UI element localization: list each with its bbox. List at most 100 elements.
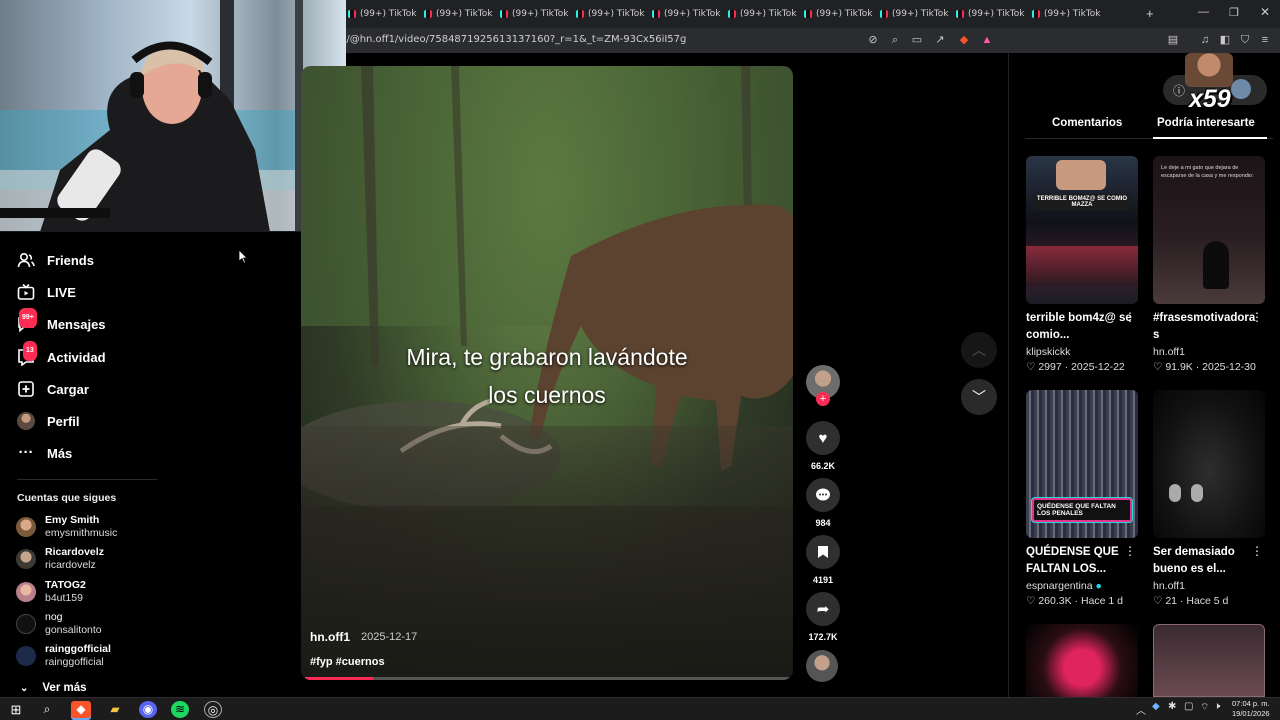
browser-tab[interactable]: (99+) TikTok — [956, 4, 1025, 24]
browser-tab[interactable]: (99+) TikTok — [728, 4, 797, 24]
like-button[interactable]: ♥ 66.2K — [806, 421, 840, 471]
account-name: nog — [45, 611, 63, 623]
brave-shield-icon[interactable]: ◆ — [957, 33, 971, 47]
brave-browser-icon[interactable]: ◆ — [71, 701, 91, 718]
sidebar-item-more[interactable]: ··· Más — [17, 441, 73, 465]
card-author[interactable]: klipskickk — [1026, 346, 1138, 358]
account-name: Ricardovelz — [45, 546, 104, 558]
sidebar-item-live[interactable]: LIVE — [17, 280, 76, 304]
menu-icon[interactable]: ≡ — [1258, 33, 1272, 47]
tray-app-icon[interactable]: ◆ — [1152, 701, 1160, 712]
save-button[interactable]: 4191 — [806, 535, 840, 585]
reader-mode-icon[interactable]: ⊘ — [866, 33, 880, 47]
media-icon[interactable]: ♫ — [1198, 33, 1212, 47]
recommended-video-card[interactable]: TERRIBLE BOM4Z@ SE COMIO MAZZA terrible … — [1026, 156, 1138, 373]
chevron-up-icon: ︿ — [972, 342, 986, 358]
browser-tab[interactable]: (99+) TikTok — [652, 4, 721, 24]
video-progress-bar[interactable] — [305, 677, 789, 680]
follow-plus-icon[interactable]: + — [816, 392, 830, 406]
video-author[interactable]: hn.off1 — [310, 630, 350, 644]
sidebar-item-friends[interactable]: Friends — [17, 248, 94, 272]
more-options-icon[interactable]: ⋮ — [1251, 544, 1263, 558]
browser-tab[interactable]: (99+) TikTok — [576, 4, 645, 24]
recommended-video-card[interactable]: Le deje a mi gato que dejara de escapars… — [1153, 156, 1265, 373]
sidebar-item-messages[interactable]: 99+ Mensajes — [17, 308, 106, 336]
maximize-icon[interactable]: ❐ — [1229, 6, 1239, 19]
following-account[interactable]: Emy Smith emysmithmusic — [16, 514, 117, 540]
discord-icon[interactable]: ◉ — [139, 701, 157, 718]
card-meta: ♡ 21 · Hace 5 d — [1153, 595, 1229, 607]
comment-count: 984 — [815, 518, 831, 528]
card-author[interactable]: hn.off1 — [1153, 580, 1265, 592]
video-hashtags[interactable]: #fyp #cuernos — [310, 656, 385, 668]
sound-disc[interactable] — [806, 650, 840, 682]
card-author[interactable]: hn.off1 — [1153, 346, 1265, 358]
recommended-video-card[interactable]: Ser demasiado bueno es el... ⋮ hn.off1 ♡… — [1153, 390, 1265, 607]
following-account[interactable]: Ricardovelz ricardovelz — [16, 546, 104, 572]
sidebar-item-activity[interactable]: 13 Actividad — [17, 341, 106, 369]
sound-disc-icon — [806, 650, 838, 682]
more-options-icon[interactable]: ⋮ — [1124, 310, 1136, 324]
recommended-video-card-partial[interactable] — [1026, 624, 1138, 697]
browser-tab[interactable]: (99+) TikTok — [1032, 4, 1101, 24]
close-window-icon[interactable]: ✕ — [1260, 5, 1270, 19]
browser-tab[interactable]: (99+) TikTok — [804, 4, 873, 24]
comment-icon — [806, 478, 840, 512]
spotify-icon[interactable]: ≋ — [171, 701, 189, 718]
tray-chevron-icon[interactable]: ︿ — [1136, 702, 1146, 717]
account-handle: emysmithmusic — [45, 527, 118, 539]
zoom-icon[interactable]: ⌕ — [888, 33, 902, 47]
tray-app-icon[interactable]: ▢ — [1184, 701, 1193, 712]
vpn-icon[interactable]: ⛉ — [1238, 33, 1252, 47]
previous-video-button[interactable]: ︿ — [961, 332, 997, 368]
sidebar-item-upload[interactable]: Cargar — [17, 377, 89, 401]
card-author[interactable]: espnargentina ● — [1026, 580, 1138, 592]
url-field[interactable]: n/@hn.off1/video/7584871925613137160?_r=… — [340, 34, 686, 45]
network-icon[interactable]: ⌔ — [1200, 701, 1209, 714]
heart-outline-icon: ♡ — [1153, 361, 1163, 373]
recommended-video-card[interactable]: QUÉDENSE QUE FALTAN LOS PENALES QUÉDENSE… — [1026, 390, 1138, 607]
more-options-icon[interactable]: ⋮ — [1124, 544, 1136, 558]
new-tab-button[interactable]: + — [1146, 6, 1154, 21]
obs-icon[interactable]: ◎ — [204, 701, 222, 718]
sidebar-divider — [17, 479, 157, 480]
friends-icon — [17, 251, 35, 269]
next-video-button[interactable]: ﹀ — [961, 379, 997, 415]
brave-rewards-icon[interactable]: ▲ — [980, 33, 994, 47]
avatar — [16, 517, 36, 537]
browser-tab[interactable]: (99+) TikTok — [880, 4, 949, 24]
panel-icon[interactable]: ◧ — [1218, 33, 1232, 47]
windows-start-icon[interactable]: ⊞ — [7, 701, 25, 718]
account-handle: rainggofficial — [45, 656, 104, 668]
share-button[interactable]: ➦ 172.7K — [806, 592, 840, 642]
following-account[interactable]: TATOG2 b4ut159 — [16, 579, 86, 605]
streak-avatar — [1185, 53, 1233, 87]
minimize-icon[interactable]: — — [1198, 6, 1209, 18]
tab-comments[interactable]: Comentarios — [1052, 117, 1122, 129]
following-account[interactable]: rainggofficial rainggofficial — [16, 643, 111, 669]
file-explorer-icon[interactable]: ▰ — [106, 701, 124, 718]
recommended-video-card-partial[interactable] — [1153, 624, 1265, 697]
tab-recommended[interactable]: Podría interesarte — [1157, 117, 1255, 129]
sidebar-item-profile[interactable]: Perfil — [17, 409, 80, 433]
comment-button[interactable]: 984 — [806, 478, 840, 528]
video-player[interactable]: Mira, te grabaron lavándote los cuernos … — [301, 66, 793, 680]
tiktok-favicon-icon — [1032, 10, 1040, 18]
search-icon[interactable]: ⌕ — [38, 701, 56, 718]
share-icon[interactable]: ↗ — [933, 33, 947, 47]
clock[interactable]: 07:04 p. m. 19/01/2026 — [1232, 699, 1270, 719]
tray-app-icon[interactable]: ✱ — [1168, 701, 1176, 712]
info-icon[interactable]: ⓘ — [1173, 82, 1185, 99]
browser-tab[interactable]: (99+) TikTok — [500, 4, 569, 24]
sidebar-toggle-icon[interactable]: ▤ — [1166, 33, 1180, 47]
following-account[interactable]: nog gonsalitonto — [16, 611, 102, 637]
volume-icon[interactable]: 🕨 — [1214, 701, 1220, 712]
browser-tab[interactable]: (99+) TikTok — [424, 4, 493, 24]
sidebar-item-label: Friends — [47, 252, 94, 268]
creator-avatar[interactable]: + — [806, 365, 840, 406]
webcam-person-image — [0, 0, 346, 231]
cast-icon[interactable]: ▭ — [910, 33, 924, 47]
more-options-icon[interactable]: ⋮ — [1251, 310, 1263, 324]
verified-icon: ● — [1095, 580, 1102, 592]
browser-tab[interactable]: (99+) TikTok — [348, 4, 417, 24]
